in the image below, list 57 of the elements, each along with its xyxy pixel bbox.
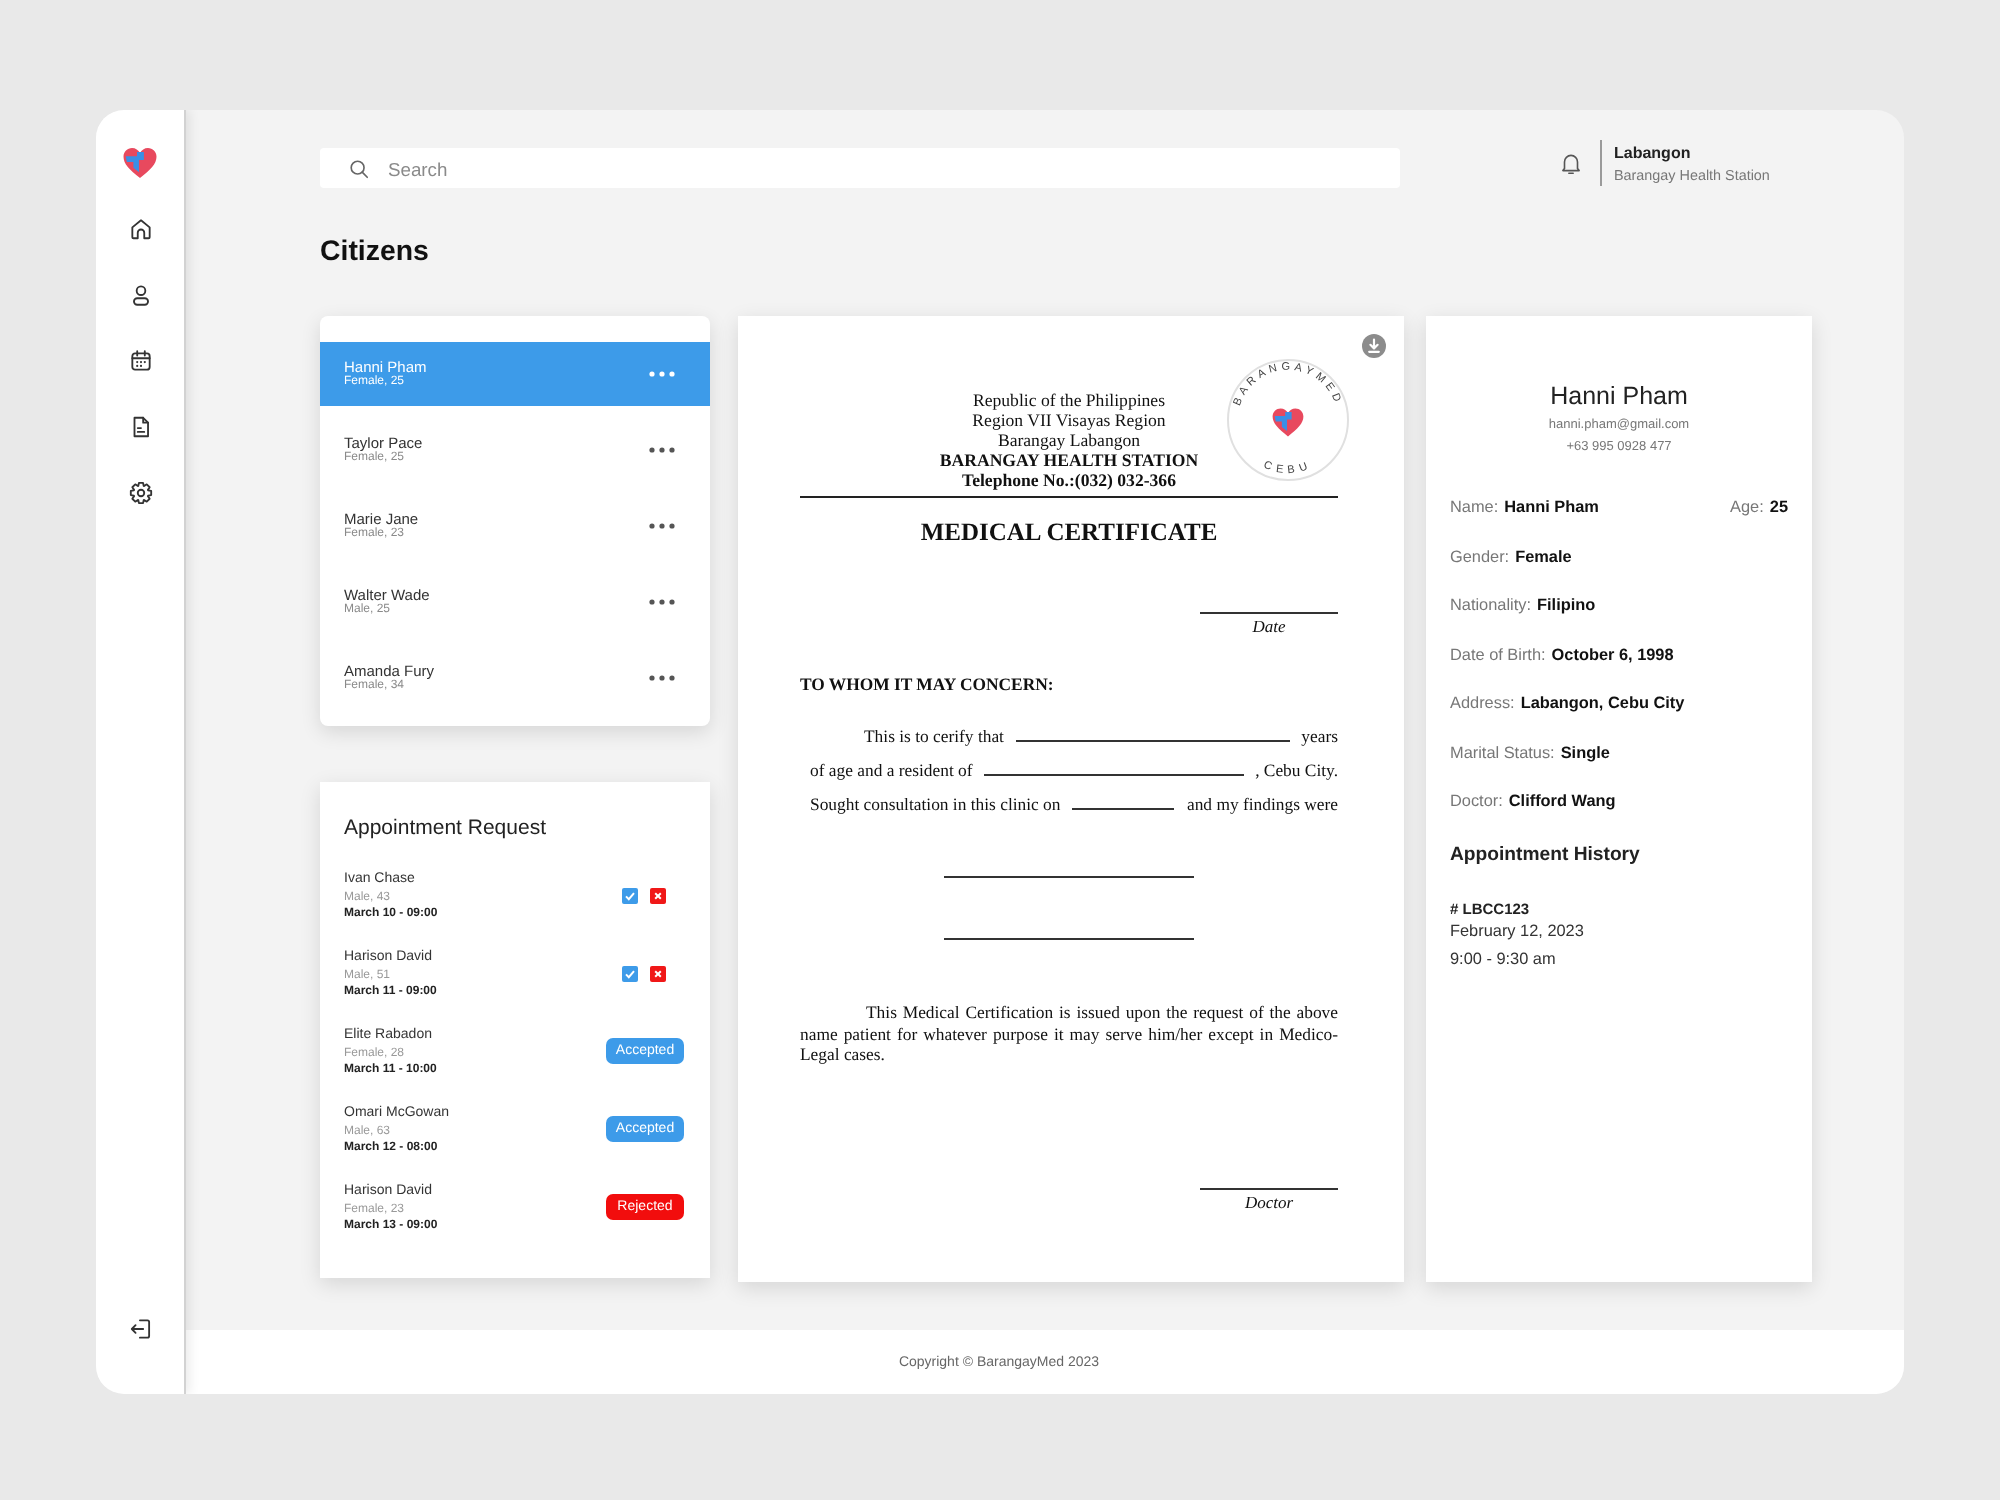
account-name: Labangon [1614, 143, 1691, 163]
salutation-text: TO WHOM IT MAY CONCERN: [800, 674, 1054, 694]
date-label: Date [1252, 618, 1286, 636]
field-label: Doctor: [1450, 792, 1503, 810]
calendar-icon[interactable] [127, 348, 153, 374]
letterhead-text: Republic of the Philippines [972, 390, 1166, 410]
home-icon[interactable] [127, 216, 153, 242]
field-label: Date of Birth: [1450, 645, 1546, 663]
search-field[interactable]: Search [320, 148, 1400, 188]
logout-icon[interactable] [127, 1316, 153, 1342]
heart-logo-icon [1272, 408, 1304, 437]
letterhead-text: Region VII Visayas Region [972, 410, 1166, 430]
field-value: Single [1560, 743, 1610, 761]
field-label: Nationality: [1450, 596, 1532, 614]
field-label: Age: [1730, 498, 1764, 516]
search-icon [348, 157, 370, 179]
certificate-title: MEDICAL CERTIFICATE [918, 518, 1220, 546]
more-icon[interactable] [648, 446, 676, 454]
certificate-text: , Cebu City. [1255, 760, 1338, 780]
signature-label: Doctor [1244, 1193, 1294, 1211]
field-label: Marital Status: [1450, 743, 1555, 761]
certificate-text: Sought consultation in this clinic on [810, 794, 1061, 814]
letterhead-title: BARANGAY HEALTH STATION [939, 450, 1199, 470]
field-value: Clifford Wang [1508, 792, 1616, 810]
certificate-paragraph: This Medical Certification is issued upon the request of the above name patient for whatever purpose it may serve him/her except in Medico-Legal cases. [800, 1002, 1338, 1065]
download-icon[interactable] [1362, 334, 1386, 358]
more-icon[interactable] [648, 522, 676, 530]
letterhead-text: Barangay Labangon [997, 430, 1141, 450]
certificate-text: This is to cerify that [864, 726, 1004, 746]
letterhead-title: Telephone No.:(032) 032-366 [962, 470, 1176, 490]
card-title: Appointment Request [344, 816, 546, 840]
field-label: Name: [1450, 498, 1499, 516]
bell-icon[interactable] [1558, 150, 1584, 176]
profile-name: Hanni Pham [1550, 382, 1688, 410]
field-value: Female [1515, 547, 1572, 565]
field-label: Address: [1450, 694, 1515, 712]
certificate-text: of age and a resident of [810, 760, 973, 780]
field-label: Gender: [1450, 547, 1510, 565]
settings-icon[interactable] [127, 480, 153, 506]
field-value: 25 [1769, 498, 1788, 516]
fill-in-line [1072, 808, 1175, 810]
section-title: Appointment History [1450, 843, 1640, 865]
field-value: October 6, 1998 [1551, 645, 1674, 663]
heart-logo-icon [122, 146, 158, 180]
page-title: Citizens [320, 236, 429, 270]
certificate-text: years [1301, 726, 1338, 746]
user-icon[interactable] [127, 282, 153, 308]
field-value: Labangon, Cebu City [1520, 694, 1685, 712]
field-value: Filipino [1537, 596, 1596, 614]
fill-in-line [1200, 612, 1338, 614]
field-value: Hanni Pham [1504, 498, 1599, 516]
appointment-time: 9:00 - 9:30 am [1450, 947, 1556, 969]
appointment-date: February 12, 2023 [1450, 919, 1584, 941]
more-icon[interactable] [648, 598, 676, 606]
fill-in-line [1200, 1187, 1338, 1189]
more-icon[interactable] [648, 674, 676, 682]
certificate-text: and my findings were [1186, 794, 1338, 814]
